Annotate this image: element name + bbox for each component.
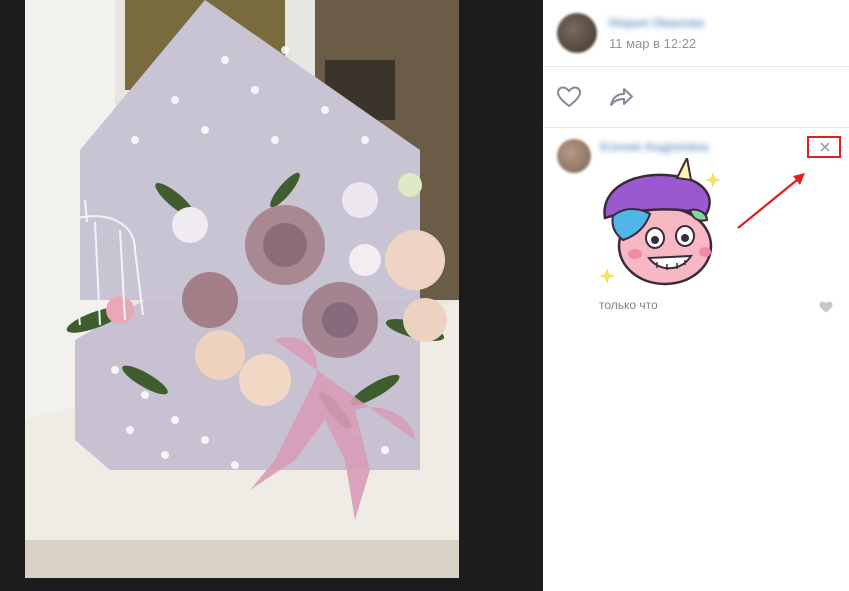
commenter-avatar[interactable] [557, 139, 591, 173]
commenter-name-link[interactable]: Ксения Андреевна [600, 140, 709, 154]
unicorn-sticker-image [599, 154, 721, 286]
flower-box-photo [25, 0, 459, 578]
author-name-link[interactable]: Мария Иванова [609, 15, 704, 30]
unicorn-sticker[interactable] [595, 154, 725, 290]
share-arrow-icon [610, 88, 633, 106]
author-avatar[interactable] [557, 13, 597, 53]
comment-like-button[interactable] [819, 300, 833, 313]
share-button[interactable] [607, 83, 635, 111]
post-photo[interactable] [25, 0, 459, 578]
post-side-panel: Мария Иванова 11 мар в 12:22 Ксения Андр… [543, 0, 849, 591]
red-pointer-arrow-icon [737, 173, 805, 229]
photo-viewer [0, 0, 543, 591]
close-x-icon [820, 142, 830, 152]
heart-icon [819, 301, 833, 313]
post-date[interactable]: 11 мар в 12:22 [609, 36, 696, 51]
comment-time[interactable]: только что [599, 298, 658, 312]
delete-comment-button[interactable] [807, 136, 841, 158]
heart-outline-icon [556, 86, 582, 108]
like-button[interactable] [555, 83, 583, 111]
post-header: Мария Иванова 11 мар в 12:22 [543, 0, 849, 67]
post-actions [543, 67, 849, 128]
